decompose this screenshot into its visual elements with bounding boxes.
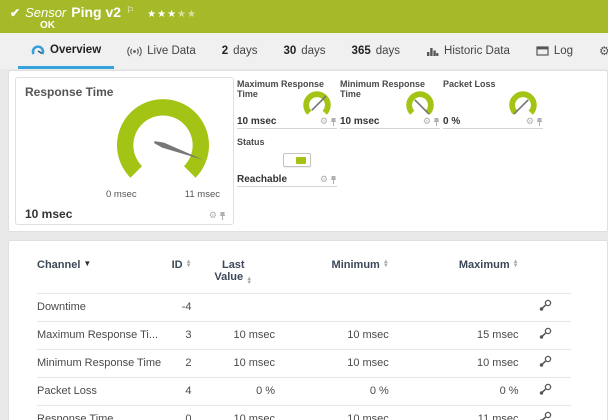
edit-channel-icon[interactable] <box>538 383 552 396</box>
sensor-type-label: Sensor <box>25 5 67 20</box>
tab-settings[interactable]: ⚙ Settings <box>586 33 608 69</box>
overview-panel: Response Time 0 msec 11 msec 10 msec ⚙ M… <box>8 70 608 232</box>
tab-2-days[interactable]: 2 days <box>209 33 271 69</box>
widget-settings-gear-icon[interactable]: ⚙ <box>320 174 328 185</box>
settings-gear-icon: ⚙ <box>599 44 608 58</box>
widget-title: Status <box>237 137 265 147</box>
tab-live-data[interactable]: Live Data <box>114 33 209 69</box>
status-toggle-indicator <box>283 153 311 167</box>
gauge-value: 10 msec <box>25 207 73 221</box>
minimum-response-time-gauge <box>406 91 434 115</box>
tab-365-days[interactable]: 365 days <box>339 33 413 69</box>
tab-overview[interactable]: Overview <box>18 33 115 69</box>
tab-30-days-label: days <box>301 45 326 57</box>
table-row: Response Time 0 10 msec 10 msec 11 msec <box>37 405 571 420</box>
widget-value: 10 msec <box>237 116 277 127</box>
widget-title: Packet Loss <box>443 79 496 89</box>
column-header-channel[interactable]: Channel ▼ <box>37 253 161 294</box>
tab-2-days-label: days <box>233 45 258 57</box>
gauge-scale-min: 0 msec <box>106 189 137 200</box>
column-header-maximum[interactable]: Maximum ▲ ▼ <box>389 253 519 294</box>
widget-value: 10 msec <box>340 116 380 127</box>
widget-value: Reachable <box>237 174 288 185</box>
tab-30-days[interactable]: 30 days <box>270 33 338 69</box>
pin-icon[interactable] <box>330 175 337 185</box>
flag-icon[interactable]: ⚐ <box>126 5 134 16</box>
star-filled-icons[interactable]: ★★★ <box>147 9 177 20</box>
tab-historic-data-label: Historic Data <box>444 45 510 57</box>
widget-value: 0 % <box>443 116 461 127</box>
widget-settings-gear-icon[interactable]: ⚙ <box>526 116 534 127</box>
pin-icon[interactable] <box>219 211 226 221</box>
table-row: Minimum Response Time 2 10 msec 10 msec … <box>37 349 571 378</box>
pin-icon[interactable] <box>330 117 337 127</box>
ok-check-icon: ✔ <box>10 6 21 20</box>
table-row: Maximum Response Ti... 3 10 msec 10 msec… <box>37 321 571 350</box>
sort-icon: ▲ ▼ <box>246 276 253 286</box>
edit-channel-icon[interactable] <box>538 411 552 420</box>
sort-icon: ▲ ▼ <box>185 259 192 269</box>
star-empty-icons[interactable]: ★★ <box>177 9 197 20</box>
sort-icon: ▲ ▼ <box>512 259 519 269</box>
tab-live-data-label: Live Data <box>147 45 196 57</box>
channel-table: Channel ▼ ID ▲ ▼ Last Value ▲ ▼ Minimum ▲ ▼ Ma… <box>37 253 571 420</box>
table-row: Downtime -4 <box>37 293 571 322</box>
tab-365-days-number: 365 <box>351 45 371 57</box>
bar-chart-icon <box>427 47 439 56</box>
sensor-header: ✔ Sensor Ping v2 ⚐ ★★★★★ OK <box>0 0 608 33</box>
tab-30-days-number: 30 <box>283 45 297 57</box>
packet-loss-widget: Packet Loss 0 % ⚙ <box>443 79 543 129</box>
log-icon <box>536 46 549 56</box>
gauge-icon <box>31 44 45 55</box>
edit-channel-icon[interactable] <box>538 299 552 312</box>
edit-channel-icon[interactable] <box>538 327 552 340</box>
sort-icon: ▲ ▼ <box>382 259 389 269</box>
tab-overview-label: Overview <box>50 43 102 56</box>
table-row: Packet Loss 4 0 % 0 % 0 % <box>37 377 571 406</box>
sensor-title: Ping v2 <box>71 4 122 20</box>
pin-icon[interactable] <box>536 117 543 127</box>
sensor-status-badge: OK <box>40 20 55 31</box>
pin-icon[interactable] <box>433 117 440 127</box>
edit-channel-icon[interactable] <box>538 355 552 368</box>
status-widget: Status Reachable ⚙ <box>237 137 337 187</box>
tab-log-label: Log <box>553 45 574 57</box>
live-signal-icon <box>127 46 142 56</box>
priority-stars[interactable]: ★★★★★ <box>147 9 197 20</box>
response-time-gauge: 0 msec 11 msec <box>100 92 226 200</box>
tab-log[interactable]: Log <box>523 33 586 69</box>
gauge-scale-max: 11 msec <box>184 189 220 200</box>
gauge-arc <box>116 99 210 178</box>
packet-loss-gauge <box>509 91 537 115</box>
minimum-response-time-widget: Minimum Response Time 10 msec ⚙ <box>340 79 440 129</box>
gauge-settings-gear-icon[interactable]: ⚙ <box>209 210 217 221</box>
tab-365-days-label: days <box>375 45 401 57</box>
column-header-last-value[interactable]: Last Value ▲ ▼ <box>192 253 275 294</box>
sort-desc-icon: ▼ <box>83 259 92 268</box>
widget-settings-gear-icon[interactable]: ⚙ <box>320 116 328 127</box>
tab-bar: Overview Live Data 2 days 30 days 365 da… <box>0 33 608 69</box>
widget-settings-gear-icon[interactable]: ⚙ <box>423 116 431 127</box>
column-header-minimum[interactable]: Minimum ▲ ▼ <box>275 253 389 294</box>
column-header-id[interactable]: ID ▲ ▼ <box>161 253 192 294</box>
channel-table-panel: Channel ▼ ID ▲ ▼ Last Value ▲ ▼ Minimum ▲ ▼ Ma… <box>8 240 608 420</box>
tab-2-days-number: 2 <box>221 45 229 57</box>
maximum-response-time-gauge <box>303 91 331 115</box>
maximum-response-time-widget: Maximum Response Time 10 msec ⚙ <box>237 79 337 129</box>
tab-historic-data[interactable]: Historic Data <box>413 33 523 69</box>
response-time-gauge-widget: Response Time 0 msec 11 msec 10 msec ⚙ <box>15 77 234 225</box>
